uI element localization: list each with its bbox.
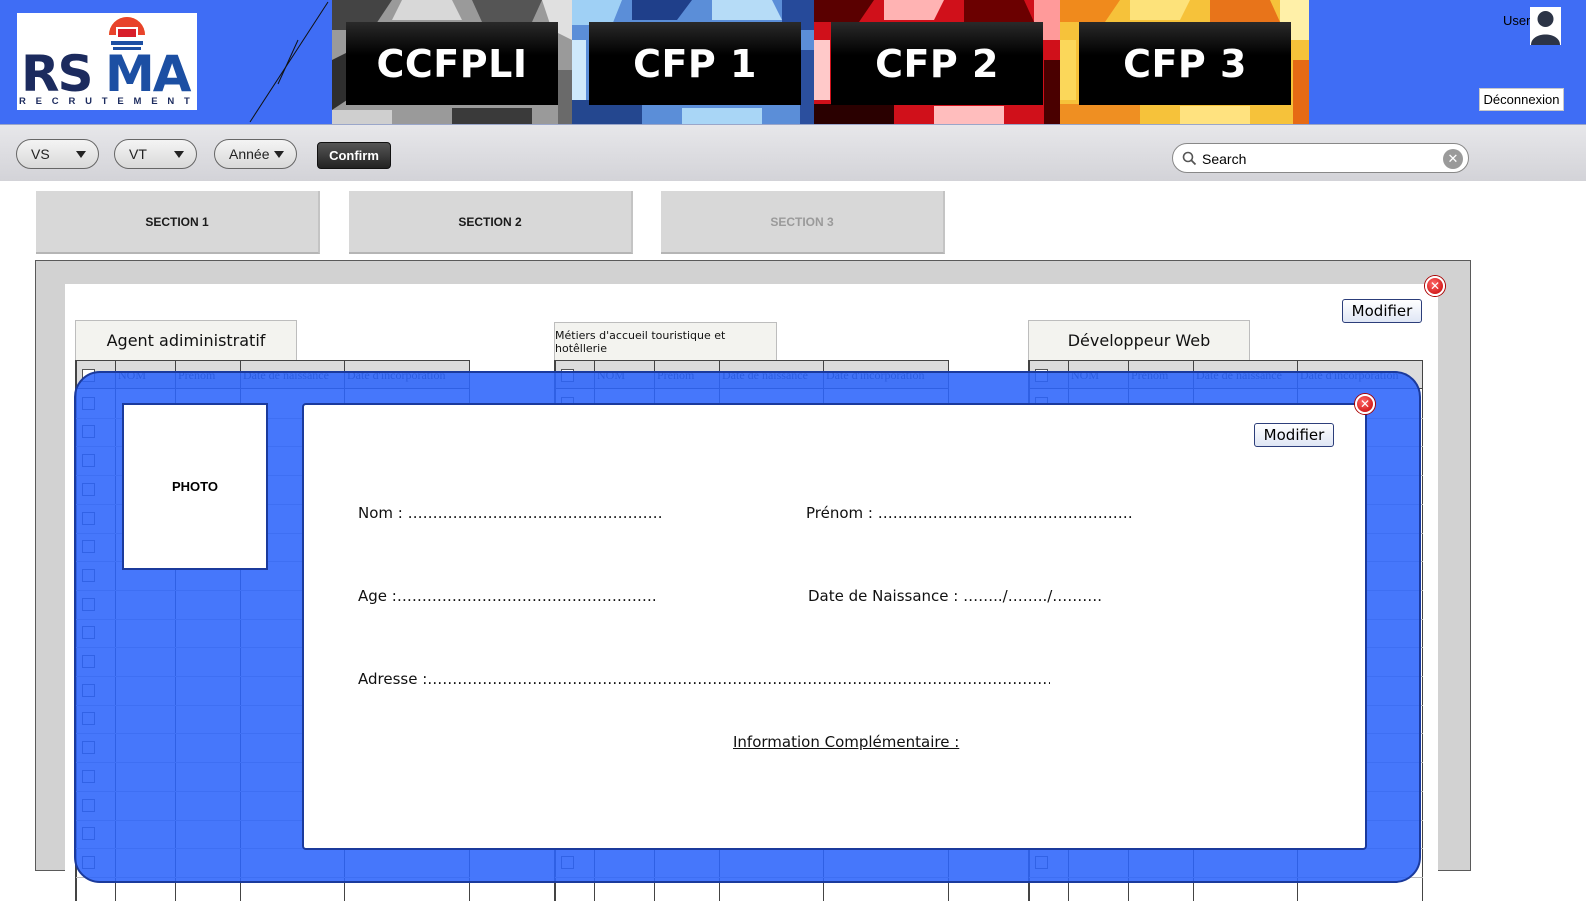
year-dropdown[interactable]: Année <box>214 139 297 169</box>
logout-button[interactable]: Déconnexion <box>1479 88 1564 111</box>
center-button-cfp2[interactable]: CFP 2 <box>831 22 1043 105</box>
center-panel-cfp2: CFP 2 <box>814 0 1060 124</box>
tab-section-3: SECTION 3 <box>661 191 945 254</box>
header-divider <box>249 1 329 123</box>
rsma-logo[interactable]: RS MA RECRUTEMENT <box>17 13 197 110</box>
logo-subtitle: RECRUTEMENT <box>19 96 200 107</box>
dropdown-arrow-icon <box>174 151 184 158</box>
vt-dropdown[interactable]: VT <box>114 139 197 169</box>
dropdown-arrow-icon <box>274 151 284 158</box>
svg-text:RS: RS <box>21 45 92 103</box>
search-box[interactable]: ✕ <box>1172 143 1469 173</box>
year-dropdown-label: Année <box>229 146 270 162</box>
dropdown-arrow-icon <box>76 151 86 158</box>
center-button-cfp3[interactable]: CFP 3 <box>1079 22 1291 105</box>
field-age: Age :……………………………………………. <box>358 587 657 605</box>
svg-text:MA: MA <box>105 45 192 103</box>
tab-job-accueil-touristique[interactable]: Métiers d'accueil touristique et hotêlle… <box>554 322 777 360</box>
user-avatar-icon[interactable] <box>1530 7 1561 45</box>
field-nom: Nom : …………………………………………… <box>358 504 663 522</box>
tab-section-2[interactable]: SECTION 2 <box>349 191 633 254</box>
search-icon <box>1182 151 1197 166</box>
vs-dropdown[interactable]: VS <box>16 139 99 169</box>
tab-job-developpeur-web[interactable]: Développeur Web <box>1028 320 1250 360</box>
center-button-cfp1[interactable]: CFP 1 <box>589 22 801 105</box>
tab-job-agent-administratif[interactable]: Agent adiministratif <box>75 320 297 360</box>
field-prenom: Prénom : …………………………………………… <box>806 504 1133 522</box>
confirm-button[interactable]: Confirm <box>317 142 391 169</box>
center-panel-cfp3: CFP 3 <box>1060 0 1309 124</box>
vs-dropdown-label: VS <box>31 146 50 162</box>
modify-button[interactable]: Modifier <box>1342 299 1422 323</box>
close-icon[interactable]: ✕ <box>1425 276 1445 296</box>
close-icon[interactable]: ✕ <box>1355 394 1375 414</box>
field-date-naissance: Date de Naissance : ……../……../………. <box>808 587 1103 605</box>
search-input[interactable] <box>1202 149 1437 169</box>
candidate-photo[interactable]: PHOTO <box>122 403 268 570</box>
center-button-ccfpli[interactable]: CCFPLI <box>346 22 558 105</box>
filter-toolbar: VS VT Année Confirm ✕ <box>0 124 1586 181</box>
info-complementaire-label: Information Complémentaire : <box>733 733 960 751</box>
center-panel-ccfpli: CCFPLI <box>332 0 572 124</box>
vt-dropdown-label: VT <box>129 146 147 162</box>
candidate-detail-card <box>302 403 1367 850</box>
clear-icon[interactable]: ✕ <box>1443 149 1463 169</box>
center-panel-cfp1: CFP 1 <box>572 0 814 124</box>
modify-detail-button[interactable]: Modifier <box>1254 423 1334 447</box>
field-adresse: Adresse :…………………………………………………………………………………… <box>358 670 1050 688</box>
user-label: User <box>1503 13 1531 28</box>
tab-section-1[interactable]: SECTION 1 <box>36 191 320 254</box>
app-header: RS MA RECRUTEMENT CCFPLI CFP 1 CFP 2 CFP… <box>0 0 1586 124</box>
